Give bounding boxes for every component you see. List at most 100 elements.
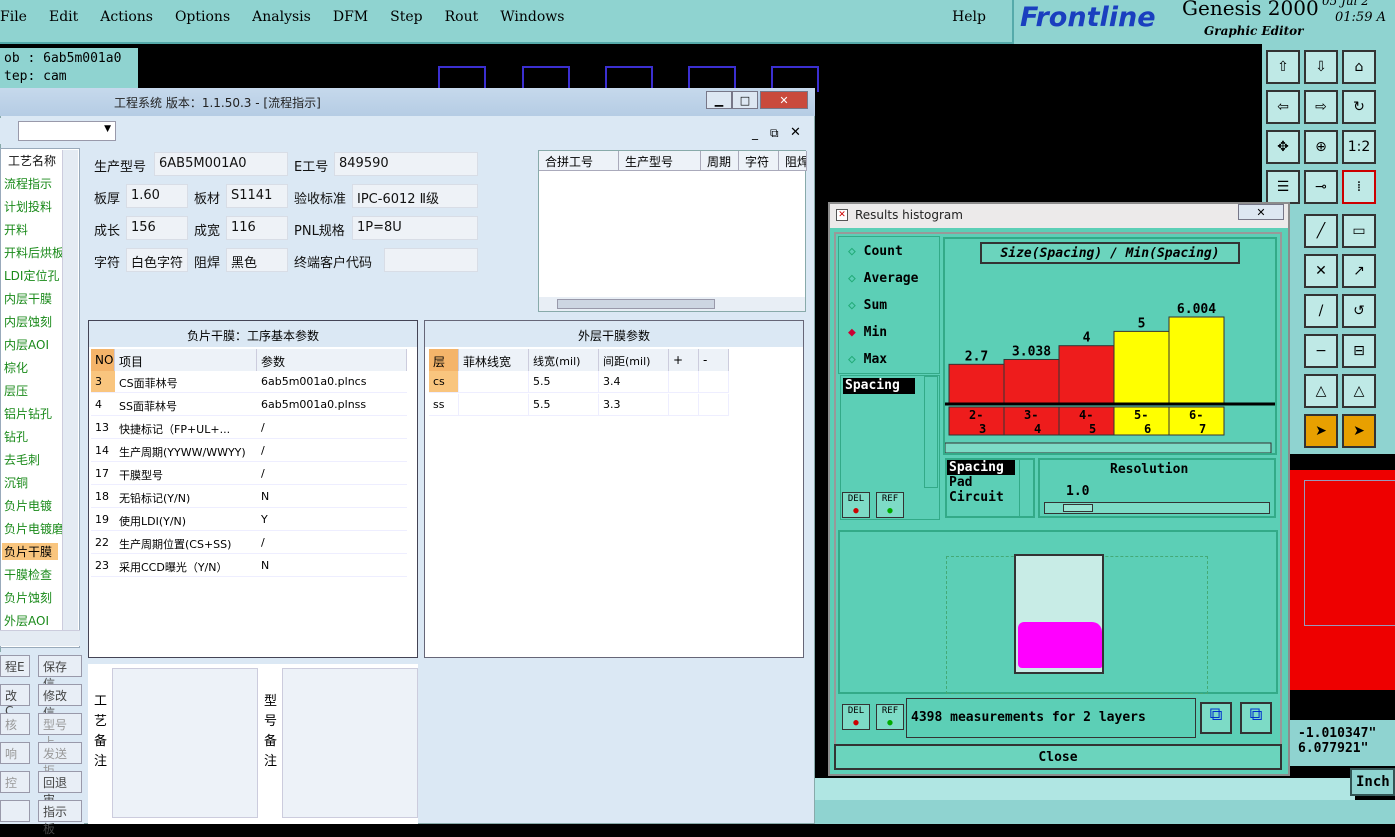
table-cell[interactable]: SS面菲林号 — [115, 394, 257, 416]
table-cell[interactable]: 快捷标记（FP+UL+... — [115, 417, 257, 439]
left-button[interactable]: 核 — [0, 713, 30, 735]
slash-icon[interactable]: / — [1304, 294, 1338, 328]
menu-file[interactable]: File — [0, 9, 37, 33]
settings-icon[interactable]: ☰ — [1266, 170, 1300, 204]
down-icon[interactable]: ⇩ — [1304, 50, 1338, 84]
merge-header[interactable]: 合拼工号 — [539, 151, 619, 171]
left-button[interactable]: 响 — [0, 742, 30, 764]
cross-icon[interactable]: ✕ — [1304, 254, 1338, 288]
table-cell[interactable]: 18 — [91, 486, 115, 508]
nav-item[interactable]: 去毛刺 — [4, 451, 40, 468]
merge-header[interactable]: 周期 — [701, 151, 739, 171]
histogram-close-icon[interactable]: ✕ — [1238, 204, 1284, 220]
chart-hscrollbar[interactable] — [944, 442, 1272, 454]
nav-item[interactable]: 负片电镀磨板 — [4, 520, 62, 537]
key-icon[interactable]: ⊸ — [1304, 170, 1338, 204]
accept-std-field[interactable]: IPC-6012 Ⅱ级 — [352, 184, 478, 208]
radio-average[interactable]: ◇ Average — [848, 271, 918, 286]
table-cell[interactable]: Y — [257, 509, 407, 531]
nav-item[interactable]: 钻孔 — [4, 428, 28, 445]
left-icon[interactable]: ⇦ — [1266, 90, 1300, 124]
radio-max[interactable]: ◇ Max — [848, 352, 887, 367]
table-cell[interactable]: 23 — [91, 555, 115, 577]
table-cell[interactable]: 3 — [91, 371, 115, 393]
merge-header[interactable]: 字符 — [739, 151, 779, 171]
zoom-icon[interactable]: ⊕ — [1304, 130, 1338, 164]
table-cell[interactable]: 6ab5m001a0.plncs — [257, 371, 407, 393]
ref-button[interactable]: REF ● — [876, 704, 904, 730]
nav-item[interactable]: 负片蚀刻 — [4, 589, 52, 606]
table-cell[interactable]: / — [257, 417, 407, 439]
col-header[interactable]: 项目 — [115, 349, 257, 371]
model-upload-button[interactable]: 型号上 — [38, 713, 82, 749]
table-cell[interactable]: CS面菲林号 — [115, 371, 257, 393]
table-cell[interactable] — [669, 371, 699, 393]
menu-analysis[interactable]: Analysis — [252, 9, 321, 33]
length-field[interactable]: 156 — [126, 216, 188, 240]
table-cell[interactable]: 生产周期位置(CS+SS) — [115, 532, 257, 554]
child-close-icon[interactable]: ✕ — [790, 125, 801, 140]
menu-help[interactable]: Help — [952, 9, 996, 33]
nav-item[interactable]: 内层AOI — [4, 336, 49, 353]
menu-options[interactable]: Options — [175, 9, 240, 33]
col-header[interactable]: 参数 — [257, 349, 407, 371]
radio-sum[interactable]: ◇ Sum — [848, 298, 887, 313]
modify-info-button[interactable]: 修改信 — [38, 684, 82, 720]
measure-icon[interactable]: ↗ — [1342, 254, 1376, 288]
customer-field[interactable] — [384, 248, 478, 272]
menu-rout[interactable]: Rout — [445, 9, 489, 33]
up-icon[interactable]: ⇧ — [1266, 50, 1300, 84]
radio-min[interactable]: ◆ Min — [848, 325, 887, 340]
layer-type-list[interactable]: Spacing Pad Circuit — [945, 458, 1035, 518]
nav-item[interactable]: 计划投料 — [4, 198, 52, 215]
rotate-icon[interactable]: ↻ — [1342, 90, 1376, 124]
e-number-field[interactable]: 849590 — [334, 152, 478, 176]
pointer2-icon[interactable]: ➤ — [1342, 414, 1376, 448]
rollback-button[interactable]: 回退审 — [38, 771, 82, 807]
scroll-thumb[interactable] — [557, 299, 715, 309]
right-icon[interactable]: ⇨ — [1304, 90, 1338, 124]
units-button[interactable]: Inch — [1350, 768, 1395, 796]
layer-type-spacing[interactable]: Spacing — [947, 460, 1015, 475]
col-header[interactable]: + — [669, 349, 699, 371]
col-header[interactable]: 层 — [429, 349, 459, 371]
col-header[interactable]: 间距(mil) — [599, 349, 669, 371]
arc-icon[interactable]: ↺ — [1342, 294, 1376, 328]
ruler-icon[interactable]: ▭ — [1342, 214, 1376, 248]
nav-item[interactable]: 开料 — [4, 221, 28, 238]
minus-icon[interactable]: − — [1304, 334, 1338, 368]
triangle2-icon[interactable]: △ — [1342, 374, 1376, 408]
nav-item[interactable]: 沉铜 — [4, 474, 28, 491]
char-field[interactable]: 白色字符 — [126, 248, 188, 272]
merge-header[interactable]: 生产型号 — [619, 151, 701, 171]
table-cell[interactable]: 无铅标记(Y/N) — [115, 486, 257, 508]
table-cell[interactable]: 4 — [91, 394, 115, 416]
nav-item[interactable]: 开料后烘板 — [4, 244, 62, 261]
merge-hscrollbar[interactable] — [539, 297, 805, 311]
model-field[interactable]: 6AB5M001A0 — [154, 152, 288, 176]
menu-dfm[interactable]: DFM — [333, 9, 378, 33]
table-cell[interactable] — [459, 394, 529, 416]
pnl-field[interactable]: 1P=8U — [352, 216, 478, 240]
scale-icon[interactable]: 1:2 — [1342, 130, 1376, 164]
col-header[interactable]: NO — [91, 349, 115, 371]
table-cell[interactable]: cs — [429, 371, 459, 393]
triangle-icon[interactable]: △ — [1304, 374, 1338, 408]
child-restore-icon[interactable]: ⧉ — [770, 126, 779, 141]
radio-count[interactable]: ◇ Count — [848, 244, 903, 259]
save-info-button[interactable]: 保存信 — [38, 655, 82, 691]
nav-hscrollbar[interactable] — [0, 630, 80, 646]
table-cell[interactable]: 3.4 — [599, 371, 669, 393]
table-cell[interactable]: 5.5 — [529, 394, 599, 416]
slider-thumb[interactable] — [1063, 504, 1093, 512]
del-button[interactable]: DEL ● — [842, 704, 870, 730]
left-button[interactable]: 控 — [0, 771, 30, 793]
table-cell[interactable] — [459, 371, 529, 393]
child-minimize-icon[interactable]: _ — [752, 126, 758, 140]
pointer-icon[interactable]: ➤ — [1304, 414, 1338, 448]
list-selected-item[interactable]: Spacing — [843, 378, 915, 394]
merge-header[interactable]: 阻焊 — [779, 151, 807, 171]
table-cell[interactable]: N — [257, 486, 407, 508]
nav-item[interactable]: 干膜检查 — [4, 566, 52, 583]
nav-item[interactable]: 负片干膜 — [2, 543, 58, 560]
